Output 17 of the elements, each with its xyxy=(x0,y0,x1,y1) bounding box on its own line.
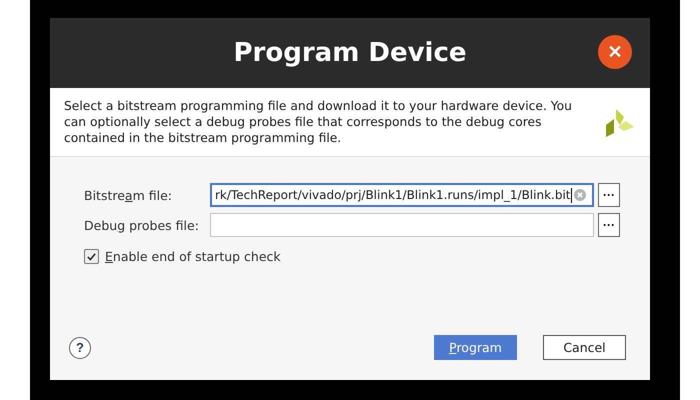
clear-icon[interactable] xyxy=(574,189,586,201)
checkbox-row[interactable]: Enable end of startup check xyxy=(84,249,616,264)
browse-button[interactable]: ··· xyxy=(598,183,620,207)
close-button[interactable]: ✕ xyxy=(598,35,632,69)
checkbox-label: Enable end of startup check xyxy=(105,249,281,264)
checkbox[interactable] xyxy=(84,249,99,264)
field-label: Bitstream file: xyxy=(84,188,173,202)
check-icon xyxy=(86,251,97,262)
file-path-field[interactable] xyxy=(210,213,594,237)
file-path-field[interactable]: rk/TechReport/vivado/prj/Blink1/Blink1.runs/impl_1/Blink.bit xyxy=(210,183,594,207)
cancel-button[interactable]: Cancel xyxy=(543,335,626,360)
help-button[interactable]: ? xyxy=(69,336,91,358)
browse-button[interactable]: ··· xyxy=(598,213,620,237)
window-title: Program Device xyxy=(234,38,466,68)
description-text: Select a bitstream programming file and download it to your hardware device. You can optionally select a debug probes file that corresponds to the debug cores contained in the bitstream programming file. xyxy=(64,98,573,146)
field-label: Debug probes file: xyxy=(84,218,200,232)
program-button[interactable]: Program xyxy=(434,335,517,360)
